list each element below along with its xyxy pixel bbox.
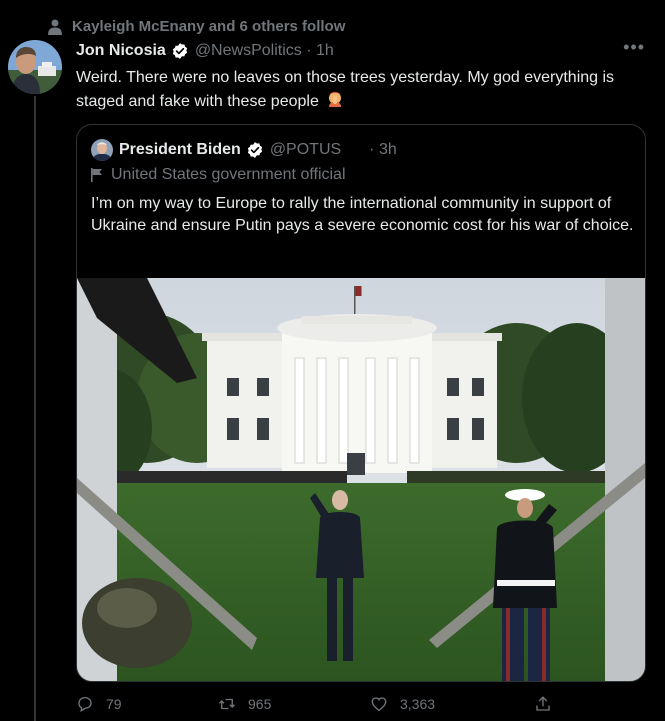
- tweet-time[interactable]: 1h: [316, 42, 334, 60]
- reply-button[interactable]: 79: [76, 695, 122, 713]
- social-context[interactable]: Kayleigh McEnany and 6 others follow: [48, 18, 345, 35]
- retweet-count: 965: [248, 696, 272, 712]
- author-name[interactable]: Jon Nicosia: [76, 42, 166, 60]
- quote-text: I’m on my way to Europe to rally the int…: [91, 195, 634, 234]
- action-bar: 79 965 3,363: [76, 695, 566, 719]
- retweet-button[interactable]: 965: [218, 695, 271, 713]
- quote-author-handle[interactable]: @POTUS: [270, 141, 341, 159]
- thread-line: [34, 96, 36, 721]
- separator-dot: ·: [301, 42, 316, 59]
- more-icon[interactable]: •••: [623, 37, 645, 58]
- facepalm-emoji-icon: [329, 91, 342, 107]
- quote-author-name[interactable]: President Biden: [119, 141, 241, 159]
- quote-photo[interactable]: [77, 278, 645, 681]
- author-handle[interactable]: @NewsPolitics: [195, 42, 302, 60]
- retweet-icon: [219, 698, 235, 710]
- government-label: United States government official: [91, 166, 346, 184]
- tweet-body: Weird. There were no leaves on those tre…: [76, 69, 615, 110]
- avatar[interactable]: [8, 40, 62, 94]
- verified-icon: [247, 142, 262, 158]
- tweet-text: Weird. There were no leaves on those tre…: [76, 66, 651, 114]
- reply-count: 79: [106, 696, 122, 712]
- share-icon: [536, 696, 550, 711]
- government-label-text: United States government official: [111, 166, 346, 183]
- reply-icon: [78, 696, 92, 713]
- quote-time[interactable]: · 3h: [369, 141, 397, 159]
- person-icon: [48, 19, 62, 35]
- like-button[interactable]: 3,363: [370, 695, 435, 713]
- quote-avatar[interactable]: [91, 139, 113, 161]
- like-count: 3,363: [400, 696, 436, 712]
- verified-icon: [172, 43, 187, 59]
- tweet-header: Jon Nicosia @NewsPolitics · 1h •••: [76, 37, 645, 61]
- like-icon: [371, 697, 387, 712]
- social-context-text: Kayleigh McEnany and 6 others follow: [72, 18, 346, 35]
- quote-tweet[interactable]: President Biden @POTUS · 3h United State…: [76, 124, 646, 682]
- share-button[interactable]: [534, 695, 552, 713]
- quote-header: President Biden @POTUS · 3h: [91, 139, 397, 161]
- flag-icon: [91, 168, 102, 182]
